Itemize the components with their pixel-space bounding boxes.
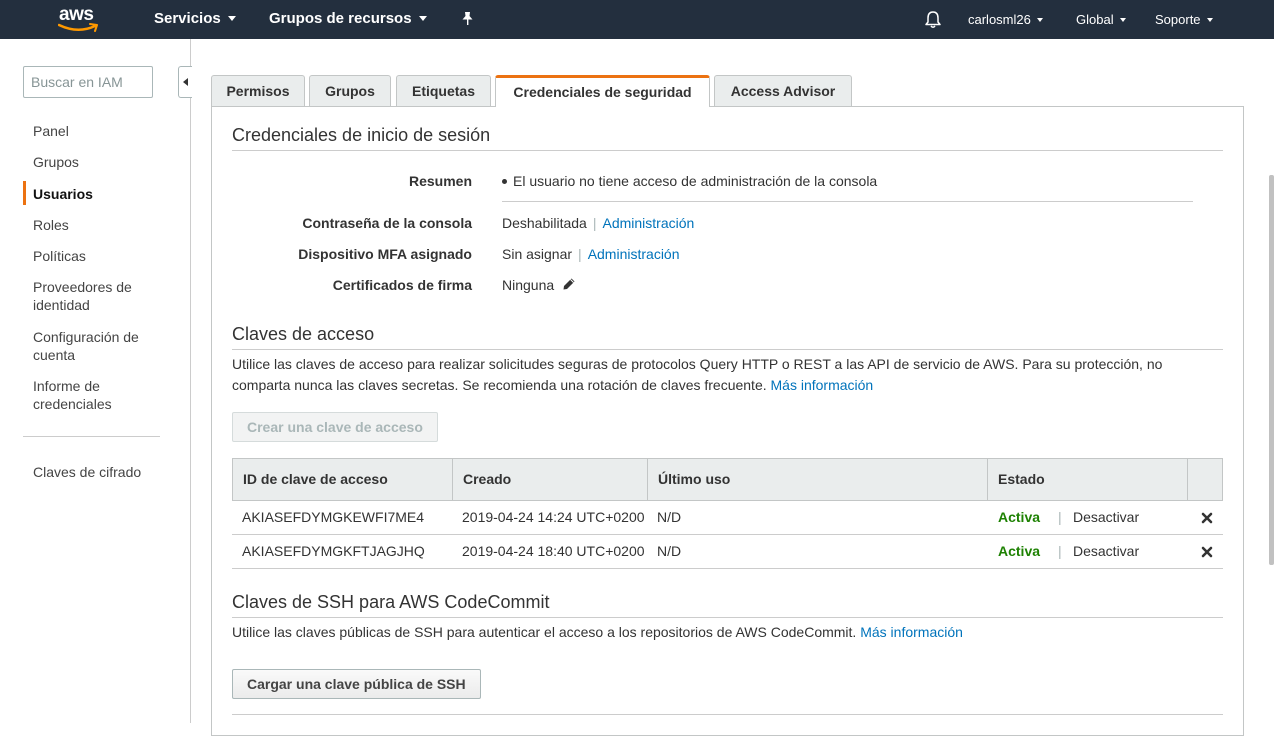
access-key-status: Activa	[998, 543, 1041, 559]
access-keys-title: Claves de acceso	[232, 324, 375, 344]
table-row: AKIASEFDYMGKFTJAGJHQ 2019-04-24 18:40 UT…	[232, 535, 1223, 569]
mfa-device-status: Sin asignar	[502, 246, 573, 262]
delete-key-icon[interactable]	[1201, 511, 1213, 524]
create-access-key-button[interactable]: Crear una clave de acceso	[232, 412, 438, 442]
access-key-created: 2019-04-24 14:24 UTC+0200	[462, 509, 645, 525]
pin-icon[interactable]	[461, 11, 474, 30]
column-header-actions	[1188, 459, 1222, 500]
chevron-down-icon	[1206, 17, 1213, 22]
deactivate-key-link[interactable]: Desactivar	[1073, 501, 1139, 534]
chevron-down-icon	[227, 15, 236, 21]
sidebar-item-groups[interactable]: Grupos	[33, 153, 163, 171]
sidebar: Panel Grupos Usuarios Roles Políticas Pr…	[0, 39, 192, 723]
sidebar-item-policies[interactable]: Políticas	[33, 247, 163, 265]
user-menu[interactable]: carlosml26	[968, 12, 1043, 27]
summary-divider	[502, 201, 1193, 202]
delete-key-icon[interactable]	[1201, 545, 1213, 558]
support-menu[interactable]: Soporte	[1155, 12, 1213, 27]
mfa-manage-link[interactable]: Administración	[588, 246, 680, 262]
services-menu[interactable]: Servicios	[154, 10, 236, 27]
top-navigation-bar: aws Servicios Grupos de recursos carlosm…	[0, 0, 1274, 39]
access-key-id: AKIASEFDYMGKFTJAGJHQ	[242, 543, 425, 559]
signing-certificates-label: Certificados de firma	[332, 277, 472, 293]
table-header: ID de clave de acceso Creado Último uso …	[232, 458, 1223, 501]
access-key-last-used: N/D	[657, 543, 682, 559]
console-password-value: Deshabilitada | Administración	[502, 215, 695, 231]
tab-access-advisor[interactable]: Access Advisor	[714, 75, 852, 107]
chevron-down-icon	[1036, 17, 1043, 22]
sidebar-item-identity-providers[interactable]: Proveedores de identidad	[33, 278, 163, 314]
signing-certificates-status: Ninguna	[502, 277, 555, 293]
aws-logo[interactable]: aws	[58, 4, 102, 33]
aws-smile-icon	[58, 23, 98, 32]
services-menu-label: Servicios	[154, 10, 221, 27]
resource-groups-label: Grupos de recursos	[269, 10, 412, 27]
access-key-created: 2019-04-24 18:40 UTC+0200	[462, 543, 645, 559]
section-divider	[232, 349, 1223, 350]
ssh-keys-description-text: Utilice las claves públicas de SSH para …	[232, 624, 857, 640]
sidebar-item-panel[interactable]: Panel	[33, 122, 163, 140]
summary-value: El usuario no tiene acceso de administra…	[502, 173, 877, 189]
console-password-manage-link[interactable]: Administración	[602, 215, 694, 231]
column-header-last-used[interactable]: Último uso	[648, 459, 988, 500]
tab-groups[interactable]: Grupos	[309, 75, 391, 107]
chevron-down-icon	[1119, 17, 1126, 22]
active-item-marker	[23, 181, 26, 205]
console-password-label: Contraseña de la consola	[302, 215, 472, 231]
pencil-icon[interactable]	[562, 277, 576, 294]
bullet-icon	[502, 178, 507, 184]
access-keys-description-text: Utilice las claves de acceso para realiz…	[232, 356, 1163, 393]
section-divider	[232, 714, 1223, 715]
column-header-key-id[interactable]: ID de clave de acceso	[233, 459, 453, 500]
access-keys-description: Utilice las claves de acceso para realiz…	[232, 354, 1222, 396]
sidebar-item-encryption-keys[interactable]: Claves de cifrado	[33, 463, 163, 481]
access-keys-more-info-link[interactable]: Más información	[771, 377, 874, 393]
sidebar-item-roles[interactable]: Roles	[33, 216, 163, 234]
sidebar-collapse-button[interactable]	[178, 66, 192, 98]
signin-credentials-title: Credenciales de inicio de sesión	[232, 125, 491, 145]
bell-icon[interactable]	[924, 10, 942, 32]
sidebar-item-users[interactable]: Usuarios	[33, 185, 163, 203]
tab-permissions[interactable]: Permisos	[211, 75, 305, 107]
access-key-status: Activa	[998, 509, 1041, 525]
sidebar-item-account-settings[interactable]: Configuración de cuenta	[33, 328, 163, 364]
sidebar-item-credential-report[interactable]: Informe de credenciales	[33, 377, 163, 413]
sidebar-divider	[23, 436, 160, 437]
region-menu[interactable]: Global	[1076, 12, 1126, 27]
search-input[interactable]	[23, 66, 153, 98]
upload-ssh-key-button[interactable]: Cargar una clave pública de SSH	[232, 669, 481, 699]
support-menu-label: Soporte	[1155, 12, 1201, 27]
page-scrollbar[interactable]	[1269, 175, 1274, 565]
resource-groups-menu[interactable]: Grupos de recursos	[269, 10, 427, 27]
access-key-last-used: N/D	[657, 509, 682, 525]
mfa-device-label: Dispositivo MFA asignado	[298, 246, 472, 262]
column-header-status[interactable]: Estado	[988, 459, 1188, 500]
section-divider	[232, 150, 1223, 151]
column-header-created[interactable]: Creado	[453, 459, 648, 500]
section-divider	[232, 617, 1223, 618]
access-key-id: AKIASEFDYMGKEWFI7ME4	[242, 509, 425, 525]
ssh-keys-title: Claves de SSH para AWS CodeCommit	[232, 592, 550, 612]
tab-tags[interactable]: Etiquetas	[396, 75, 491, 107]
deactivate-key-link[interactable]: Desactivar	[1073, 535, 1139, 568]
region-menu-label: Global	[1076, 12, 1114, 27]
console-password-status: Deshabilitada	[502, 215, 587, 231]
chevron-down-icon	[418, 15, 427, 21]
user-menu-label: carlosml26	[968, 12, 1031, 27]
signing-certificates-value: Ninguna	[502, 277, 576, 295]
ssh-keys-more-info-link[interactable]: Más información	[860, 624, 963, 640]
table-row: AKIASEFDYMGKEWFI7ME4 2019-04-24 14:24 UT…	[232, 501, 1223, 535]
tab-security-credentials[interactable]: Credenciales de seguridad	[495, 75, 710, 107]
ssh-keys-description: Utilice las claves públicas de SSH para …	[232, 622, 1222, 643]
mfa-device-value: Sin asignar | Administración	[502, 246, 680, 262]
summary-label: Resumen	[408, 173, 472, 189]
summary-text: El usuario no tiene acceso de administra…	[513, 173, 878, 189]
